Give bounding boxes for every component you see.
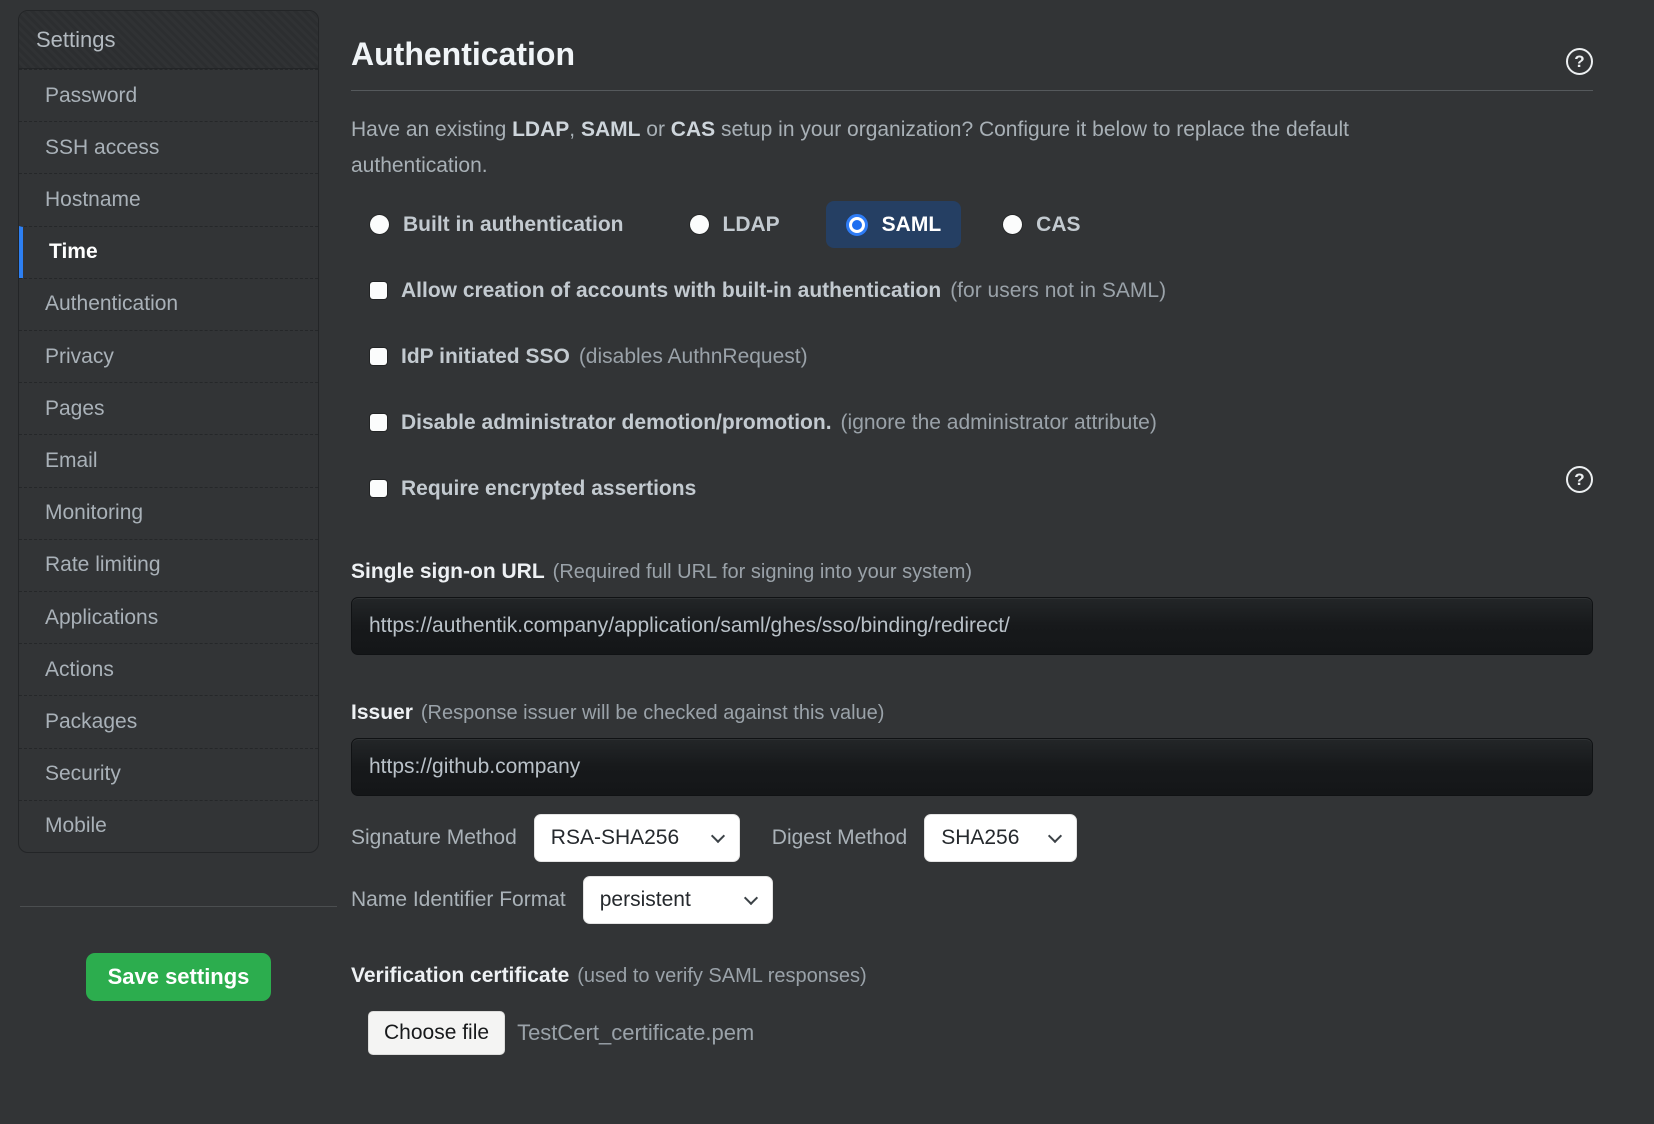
chevron-down-icon xyxy=(1048,828,1062,842)
name-identifier-format-select[interactable]: persistent xyxy=(583,876,773,924)
chevron-down-icon xyxy=(744,890,758,904)
auth-method-radio-group: Built in authentication LDAP SAML CAS xyxy=(351,201,1593,248)
sso-url-label: Single sign-on URL(Required full URL for… xyxy=(351,560,1593,584)
issuer-input[interactable] xyxy=(351,738,1593,796)
sidebar-header: Settings xyxy=(19,11,318,69)
chevron-down-icon xyxy=(711,828,725,842)
name-identifier-row: Name Identifier Format persistent xyxy=(351,876,1593,924)
sidebar-item-monitoring[interactable]: Monitoring xyxy=(19,487,318,539)
title-divider xyxy=(351,90,1593,91)
help-icon[interactable]: ? xyxy=(1566,48,1593,75)
checkbox-idp-initiated-sso[interactable]: IdP initiated SSO (disables AuthnRequest… xyxy=(370,341,1593,372)
checkbox-icon[interactable] xyxy=(370,348,387,365)
page-title: Authentication xyxy=(351,36,1593,73)
checkbox-allow-builtin-accounts[interactable]: Allow creation of accounts with built-in… xyxy=(370,275,1593,306)
sidebar-item-time[interactable]: Time xyxy=(19,226,318,278)
checkbox-icon[interactable] xyxy=(370,480,387,497)
radio-saml-selected[interactable]: SAML xyxy=(826,201,962,248)
digest-method-label: Digest Method xyxy=(772,826,907,850)
issuer-label: Issuer(Response issuer will be checked a… xyxy=(351,701,1593,725)
sidebar-item-pages[interactable]: Pages xyxy=(19,382,318,434)
radio-icon[interactable] xyxy=(370,215,389,234)
choose-file-button[interactable]: Choose file xyxy=(368,1011,505,1055)
sidebar-item-authentication[interactable]: Authentication xyxy=(19,278,318,330)
sidebar-item-applications[interactable]: Applications xyxy=(19,591,318,643)
radio-icon[interactable] xyxy=(690,215,709,234)
radio-selected-icon[interactable] xyxy=(846,214,868,236)
signature-method-label: Signature Method xyxy=(351,826,517,850)
checkbox-disable-admin-demotion[interactable]: Disable administrator demotion/promotion… xyxy=(370,407,1593,438)
checkbox-icon[interactable] xyxy=(370,282,387,299)
sidebar-footer-divider xyxy=(20,906,337,907)
signature-method-select[interactable]: RSA-SHA256 xyxy=(534,814,740,862)
sidebar-item-actions[interactable]: Actions xyxy=(19,643,318,695)
sso-url-input[interactable] xyxy=(351,597,1593,655)
intro-text: Have an existing LDAP, SAML or CAS setup… xyxy=(351,112,1451,184)
certificate-file-row: Choose file TestCert_certificate.pem xyxy=(351,1011,1593,1055)
sidebar-item-security[interactable]: Security xyxy=(19,748,318,800)
name-identifier-format-label: Name Identifier Format xyxy=(351,888,566,912)
radio-built-in-authentication[interactable]: Built in authentication xyxy=(370,213,624,237)
sidebar-item-rate-limiting[interactable]: Rate limiting xyxy=(19,539,318,591)
radio-cas[interactable]: CAS xyxy=(1003,213,1080,237)
radio-icon[interactable] xyxy=(1003,215,1022,234)
saml-options: Allow creation of accounts with built-in… xyxy=(351,275,1593,504)
sidebar-item-hostname[interactable]: Hostname xyxy=(19,173,318,225)
digest-method-select[interactable]: SHA256 xyxy=(924,814,1077,862)
sidebar-item-privacy[interactable]: Privacy xyxy=(19,330,318,382)
sidebar-item-password[interactable]: Password xyxy=(19,69,318,121)
verification-certificate-label: Verification certificate(used to verify … xyxy=(351,964,1593,988)
method-selects-row: Signature Method RSA-SHA256 Digest Metho… xyxy=(351,814,1593,862)
encrypted-assertions-help-icon[interactable]: ? xyxy=(1566,466,1593,493)
radio-ldap[interactable]: LDAP xyxy=(690,213,780,237)
sidebar-nav: Settings Password SSH access Hostname Ti… xyxy=(18,10,319,853)
checkbox-require-encrypted-assertions[interactable]: Require encrypted assertions xyxy=(370,473,1593,504)
sidebar-item-ssh-access[interactable]: SSH access xyxy=(19,121,318,173)
authentication-panel: ? ? Authentication Have an existing LDAP… xyxy=(351,0,1593,1055)
checkbox-icon[interactable] xyxy=(370,414,387,431)
sidebar-item-packages[interactable]: Packages xyxy=(19,695,318,747)
sidebar-item-mobile[interactable]: Mobile xyxy=(19,800,318,852)
save-settings-button[interactable]: Save settings xyxy=(86,953,271,1001)
certificate-filename: TestCert_certificate.pem xyxy=(517,1020,754,1046)
sidebar-item-email[interactable]: Email xyxy=(19,434,318,486)
